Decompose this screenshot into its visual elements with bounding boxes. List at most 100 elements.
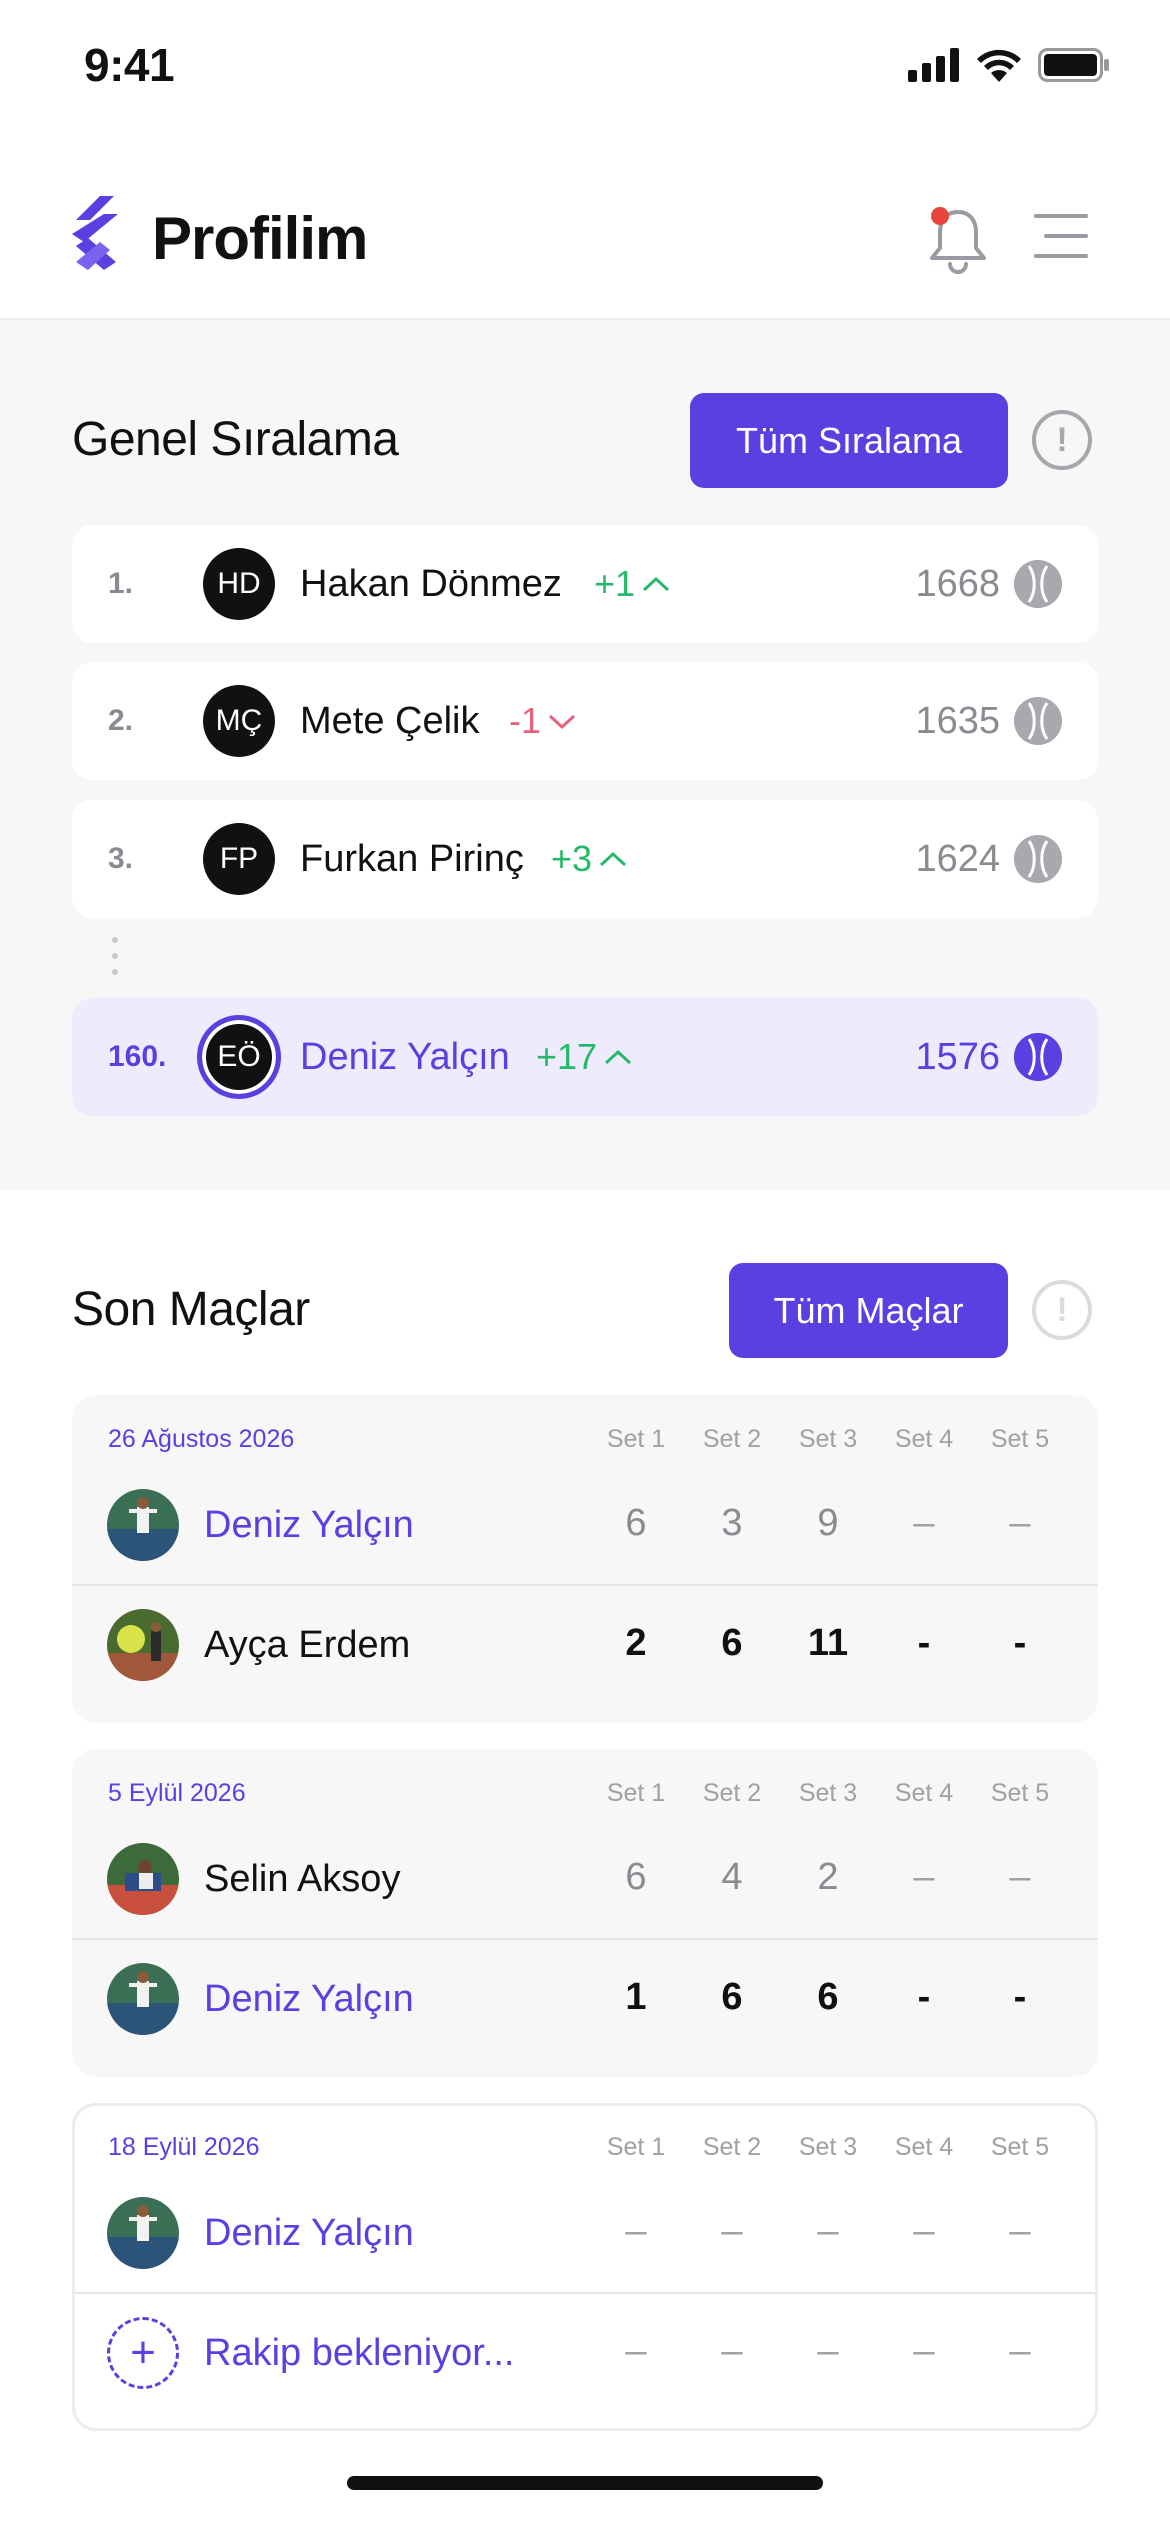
rank-position: 1. — [108, 567, 134, 600]
player-name: Mete Çelik — [300, 700, 480, 742]
player-name: Deniz Yalçın — [204, 2212, 414, 2254]
chevron-up-icon — [605, 1049, 632, 1065]
match-date: 26 Ağustos 2026 — [108, 1425, 295, 1453]
status-bar: 9:41 — [0, 0, 1170, 140]
set-score: – — [913, 1502, 935, 1544]
player-name: Furkan Pirinç — [300, 838, 524, 880]
set-score: – — [817, 2330, 839, 2372]
hamburger-menu-icon[interactable] — [1034, 212, 1090, 260]
set-header: Set 1 — [606, 1425, 666, 1453]
rank-points: 1624 — [915, 838, 1000, 880]
player-name: Selin Aksoy — [204, 1858, 401, 1900]
avatar: FP — [203, 823, 275, 895]
match-player-row: Deniz Yalçın 6 3 9 – – — [72, 1466, 1098, 1584]
set-score: 4 — [721, 1856, 743, 1898]
set-score: - — [917, 1976, 931, 2018]
ranking-row[interactable]: 3. FP Furkan Pirinç +3 1624 — [72, 800, 1098, 918]
match-date: 18 Eylül 2026 — [108, 2133, 260, 2161]
battery-icon — [1038, 48, 1109, 82]
chevron-down-icon — [549, 714, 576, 730]
rank-points: 1635 — [915, 700, 1000, 742]
match-date: 5 Eylül 2026 — [108, 1779, 246, 1807]
set-header: Set 5 — [990, 1779, 1050, 1807]
rank-points: 1576 — [915, 1036, 1000, 1078]
set-header: Set 1 — [606, 1779, 666, 1807]
set-score: 11 — [807, 1622, 849, 1664]
add-opponent-icon[interactable]: + — [107, 2317, 179, 2389]
chevron-up-icon — [600, 851, 627, 867]
set-header: Set 5 — [990, 1425, 1050, 1453]
all-matches-button[interactable]: Tüm Maçlar — [729, 1263, 1008, 1358]
set-score: – — [913, 2210, 935, 2252]
set-header: Set 2 — [702, 1425, 762, 1453]
player-photo — [107, 1489, 179, 1561]
ranking-info-icon[interactable]: ! — [1032, 410, 1092, 470]
ranking-row[interactable]: 1. HD Hakan Dönmez +1 1668 — [72, 525, 1098, 643]
set-header: Set 3 — [798, 1425, 858, 1453]
player-photo — [107, 2197, 179, 2269]
match-card[interactable]: 5 Eylül 2026 Set 1 Set 2 Set 3 Set 4 Set… — [72, 1749, 1098, 2077]
player-photo — [107, 1843, 179, 1915]
set-score: – — [625, 2330, 647, 2372]
rank-position: 3. — [108, 842, 134, 875]
app-logo-icon — [72, 196, 118, 270]
cellular-signal-icon — [908, 48, 959, 82]
set-score: – — [1009, 2330, 1031, 2372]
rank-change-value: -1 — [509, 700, 542, 741]
notification-bell-icon[interactable] — [926, 204, 990, 274]
player-name: Deniz Yalçın — [204, 1504, 414, 1546]
status-time: 9:41 — [84, 39, 175, 91]
set-score: – — [1009, 1502, 1031, 1544]
player-name: Deniz Yalçın — [204, 1978, 414, 2020]
matches-info-icon[interactable]: ! — [1032, 1280, 1092, 1340]
set-header: Set 2 — [702, 1779, 762, 1807]
set-header: Set 1 — [606, 2133, 666, 2161]
rank-change-value: +17 — [536, 1036, 598, 1077]
wifi-icon — [977, 49, 1021, 82]
set-score: - — [1013, 1622, 1027, 1664]
set-header: Set 4 — [894, 1779, 954, 1807]
player-photo — [107, 1963, 179, 2035]
player-name: Deniz Yalçın — [300, 1036, 510, 1078]
rank-change: +1 — [594, 563, 671, 605]
set-header: Set 2 — [702, 2133, 762, 2161]
match-player-row: Selin Aksoy 6 4 2 – – — [72, 1820, 1098, 1938]
match-card-pending[interactable]: 18 Eylül 2026 Set 1 Set 2 Set 3 Set 4 Se… — [72, 2103, 1098, 2431]
set-score: 6 — [721, 1622, 743, 1664]
rank-change: -1 — [509, 700, 577, 742]
set-score: 2 — [625, 1622, 647, 1664]
player-photo — [107, 1609, 179, 1681]
tennis-ball-icon — [1014, 835, 1062, 883]
ranking-row[interactable]: 2. MÇ Mete Çelik -1 1635 — [72, 662, 1098, 780]
avatar: MÇ — [203, 685, 275, 757]
set-score: – — [1009, 2210, 1031, 2252]
ranking-row-me[interactable]: 160. EÖ Deniz Yalçın +17 1576 — [72, 998, 1098, 1116]
set-score: – — [625, 2210, 647, 2252]
rank-points: 1668 — [915, 563, 1000, 605]
set-score: 9 — [817, 1502, 839, 1544]
match-card[interactable]: 26 Ağustos 2026 Set 1 Set 2 Set 3 Set 4 … — [72, 1395, 1098, 1723]
rank-change: +17 — [536, 1036, 633, 1078]
set-header: Set 3 — [798, 1779, 858, 1807]
set-score: – — [913, 2330, 935, 2372]
set-score: – — [913, 1856, 935, 1898]
all-rankings-button[interactable]: Tüm Sıralama — [690, 393, 1008, 488]
set-score: – — [721, 2210, 743, 2252]
match-player-row-pending[interactable]: + Rakip bekleniyor... – – – – – — [75, 2294, 1095, 2412]
ranking-title: Genel Sıralama — [72, 413, 399, 466]
chevron-up-icon — [643, 576, 670, 592]
tennis-ball-icon — [1014, 1033, 1062, 1081]
set-score: 6 — [721, 1976, 743, 2018]
set-score: - — [1013, 1976, 1027, 2018]
match-player-row: Deniz Yalçın 1 6 6 - - — [72, 1940, 1098, 2058]
status-icons — [908, 48, 1110, 82]
set-score: – — [721, 2330, 743, 2372]
avatar: HD — [203, 548, 275, 620]
set-header: Set 4 — [894, 2133, 954, 2161]
set-header: Set 5 — [990, 2133, 1050, 2161]
set-header: Set 3 — [798, 2133, 858, 2161]
player-name: Hakan Dönmez — [300, 563, 562, 605]
more-ranks-ellipsis — [112, 937, 120, 975]
tennis-ball-icon — [1014, 560, 1062, 608]
app-header: Profilim — [0, 160, 1170, 320]
